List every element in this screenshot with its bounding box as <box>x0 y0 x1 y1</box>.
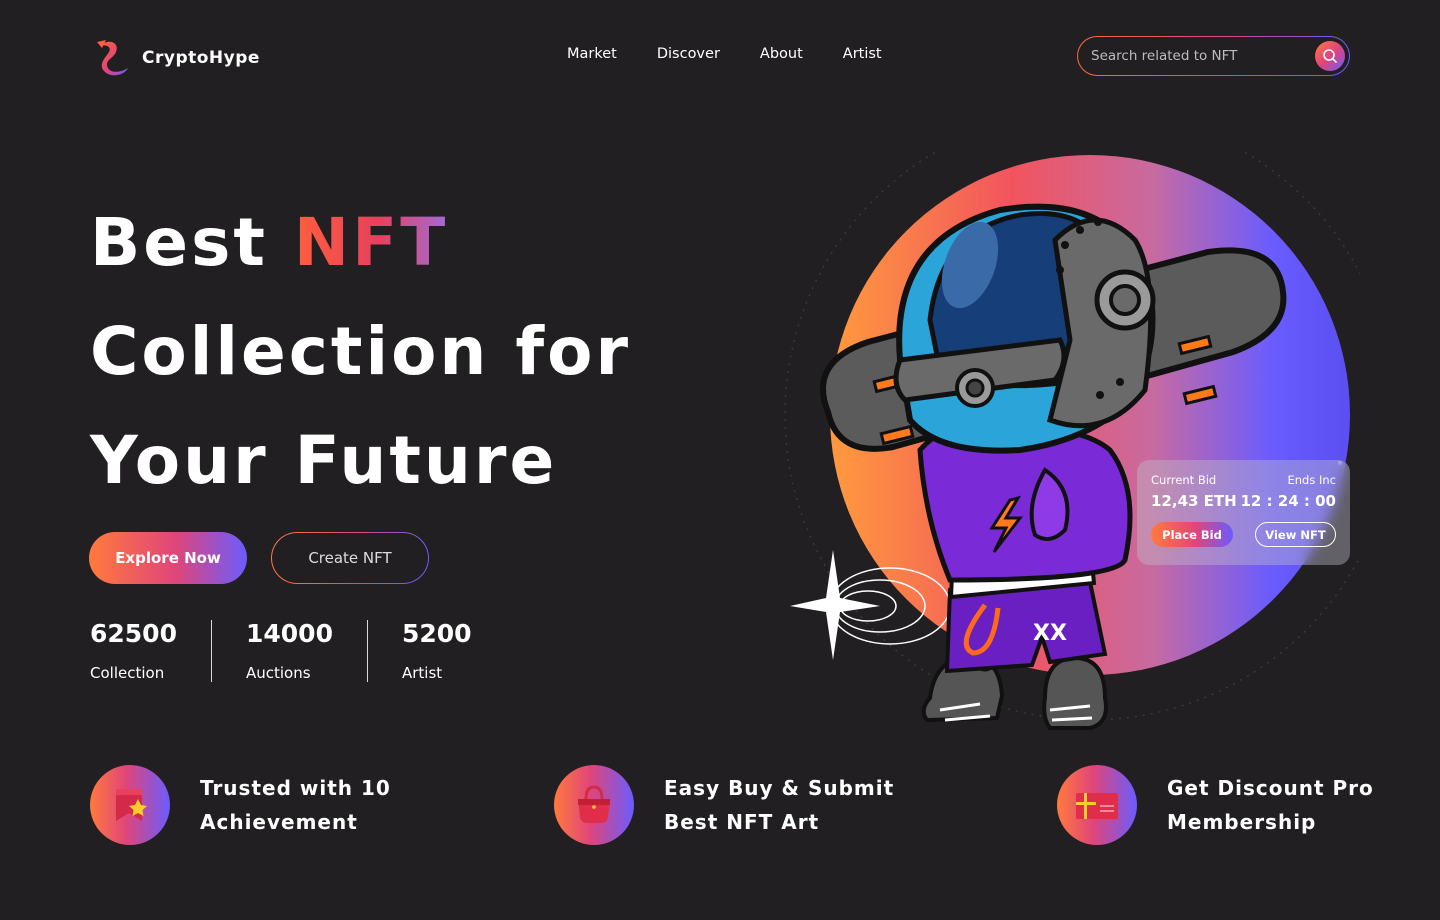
stat-artist: 5200 Artist <box>366 619 506 682</box>
ends-countdown: 12 : 24 : 00 <box>1240 492 1336 510</box>
gift-card-icon <box>1076 793 1118 819</box>
logo-icon <box>97 40 128 76</box>
ends-label: Ends Inc <box>1287 473 1336 487</box>
brand-name: CryptoHype <box>142 48 260 68</box>
main-nav: Market Discover About Artist <box>567 46 882 62</box>
nft-astronaut-illustration: XX <box>784 150 1360 730</box>
stats-row: 62500 Collection 14000 Auctions 5200 Art… <box>90 620 506 682</box>
stat-value: 14000 <box>245 619 333 648</box>
feature-discount: Get Discount Pro Membership <box>1057 765 1374 845</box>
current-bid-value: 12,43 ETH <box>1151 492 1237 510</box>
current-bid-label: Current Bid <box>1151 473 1217 487</box>
nav-item-market[interactable]: Market <box>567 46 617 62</box>
feature-easy-buy: Easy Buy & Submit Best NFT Art <box>554 765 894 845</box>
place-bid-button[interactable]: Place Bid <box>1151 522 1233 547</box>
feature-line-2: Best NFT Art <box>664 810 820 834</box>
hero-line-3: Your Future <box>90 422 558 499</box>
hero-line-1-accent: NFT <box>293 204 449 281</box>
create-nft-button[interactable]: Create NFT <box>271 532 429 584</box>
feature-text: Get Discount Pro Membership <box>1167 771 1374 839</box>
bid-values-row: 12,43 ETH 12 : 24 : 00 <box>1151 487 1336 510</box>
feature-line-2: Achievement <box>200 810 358 834</box>
search-inner <box>1078 37 1349 75</box>
feature-icon-wrap <box>554 765 634 845</box>
feature-line-1: Get Discount Pro <box>1167 776 1374 800</box>
create-nft-label: Create NFT <box>272 533 428 583</box>
feature-icon-wrap <box>90 765 170 845</box>
feature-line-1: Easy Buy & Submit <box>664 776 895 800</box>
shopping-bag-icon <box>578 785 610 823</box>
hero-title: Best NFT Collection for Your Future <box>90 188 631 515</box>
nav-item-artist[interactable]: Artist <box>843 46 882 62</box>
feature-text: Easy Buy & Submit Best NFT Art <box>664 771 894 839</box>
stat-label: Auctions <box>245 664 311 682</box>
nav-item-discover[interactable]: Discover <box>657 46 720 62</box>
astronaut-helmet <box>893 203 1156 454</box>
feature-line-2: Membership <box>1167 810 1317 834</box>
bid-card: Current Bid Ends Inc 12,43 ETH 12 : 24 :… <box>1137 460 1350 565</box>
search-button[interactable] <box>1315 41 1345 71</box>
search-icon <box>1323 49 1337 63</box>
search-input[interactable] <box>1091 48 1315 64</box>
hero-line-1: Best NFT <box>90 188 631 297</box>
nav-item-about[interactable]: About <box>760 46 803 62</box>
bid-buttons: Place Bid View NFT <box>1151 522 1336 547</box>
badge-star-icon <box>116 789 147 821</box>
stat-label: Artist <box>401 664 443 682</box>
stat-value: 5200 <box>401 619 472 648</box>
stat-collection: 62500 Collection <box>90 619 211 683</box>
bid-labels-row: Current Bid Ends Inc <box>1151 473 1336 487</box>
hero-line-2: Collection for <box>90 313 631 390</box>
feature-icon-wrap <box>1057 765 1137 845</box>
view-nft-button[interactable]: View NFT <box>1255 522 1336 547</box>
feature-achievement: Trusted with 10 Achievement <box>90 765 391 845</box>
explore-now-button[interactable]: Explore Now <box>89 532 247 584</box>
hero-line-1-plain: Best <box>90 204 294 281</box>
search-bar <box>1077 36 1350 76</box>
stat-auctions: 14000 Auctions <box>210 619 367 682</box>
stat-label: Collection <box>90 664 165 682</box>
feature-line-1: Trusted with 10 <box>200 776 391 800</box>
svg-text:XX: XX <box>1033 621 1067 646</box>
brand-logo[interactable]: CryptoHype <box>94 38 260 78</box>
feature-text: Trusted with 10 Achievement <box>200 771 391 839</box>
stat-value: 62500 <box>90 619 177 648</box>
